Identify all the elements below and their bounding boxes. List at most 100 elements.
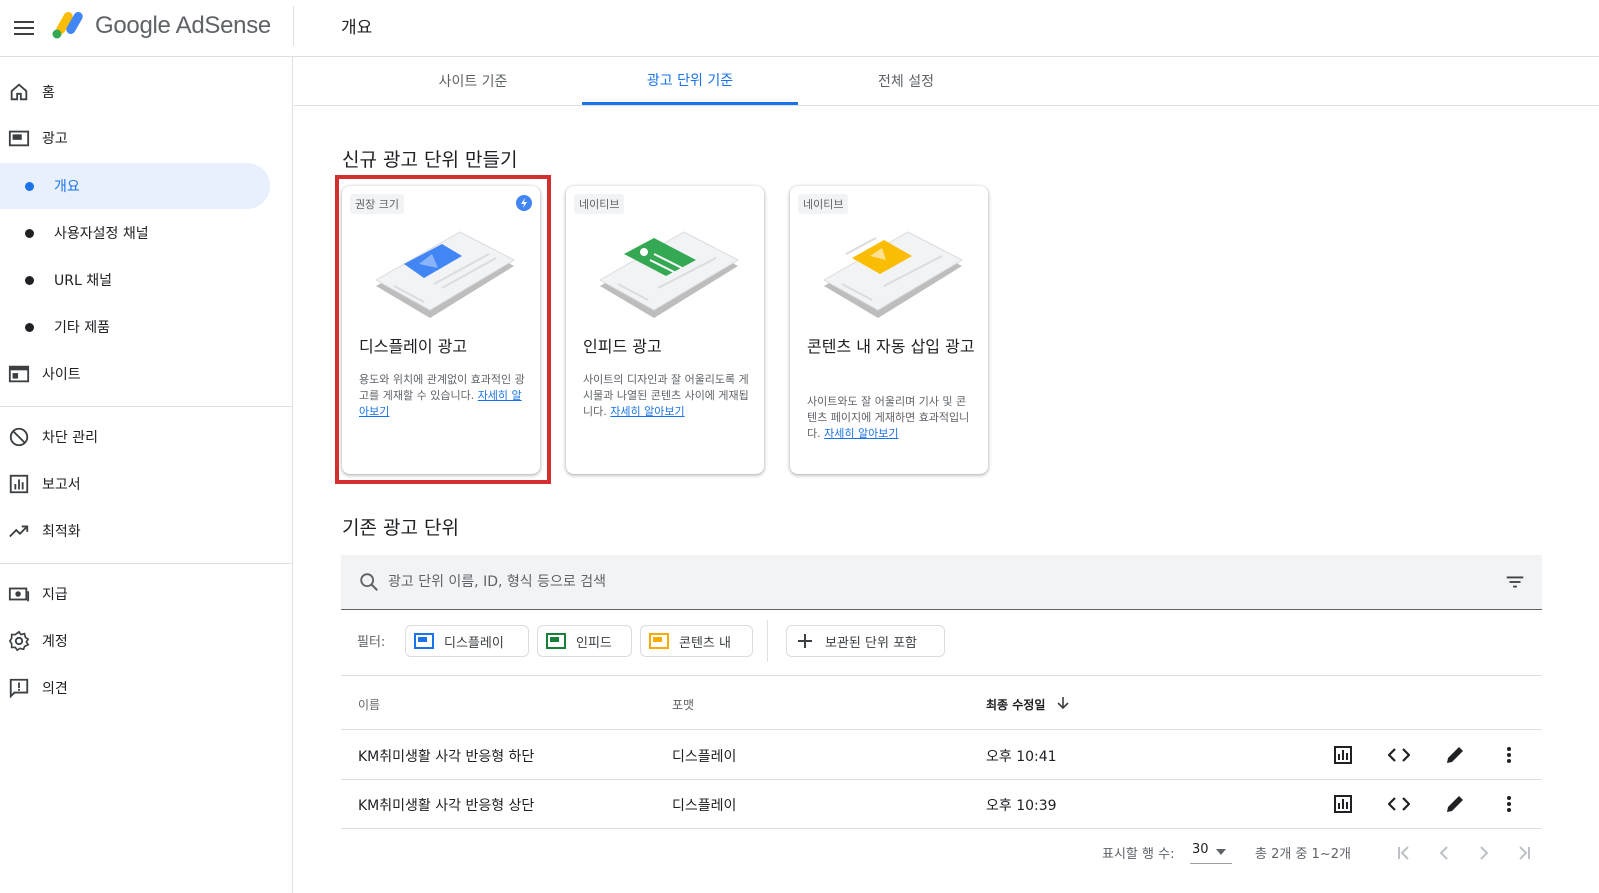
sidebar-item-label: 기타 제품	[54, 320, 110, 336]
column-name[interactable]: 이름	[358, 696, 380, 713]
filter-chip-in-article[interactable]: 콘텐츠 내	[640, 625, 753, 657]
more-options-button[interactable]	[1497, 743, 1521, 767]
more-options-button[interactable]	[1497, 792, 1521, 816]
sidebar-item-blocking[interactable]: 차단 관리	[0, 414, 270, 460]
tab-global-settings[interactable]: 전체 설정	[798, 57, 1014, 105]
native-chip: 네이티브	[574, 194, 625, 214]
ad-unit-name[interactable]: KM취미생활 사각 반응형 상단	[358, 795, 534, 815]
bullet-icon	[25, 181, 34, 191]
sidebar-item-reports[interactable]: 보고서	[0, 461, 270, 507]
menu-button[interactable]	[8, 12, 40, 44]
search-input[interactable]	[388, 569, 1388, 595]
sidebar-item-custom-channels[interactable]: 사용자설정 채널	[0, 210, 270, 256]
table-row[interactable]: KM취미생활 사각 반응형 하단 디스플레이 오후 10:41	[341, 731, 1542, 780]
learn-more-link[interactable]: 자세히 알아보기	[610, 405, 684, 418]
arrow-down-icon[interactable]	[1056, 696, 1070, 710]
native-chip: 네이티브	[798, 194, 849, 214]
sidebar-item-feedback[interactable]: 의견	[0, 665, 270, 711]
in-article-ad-card[interactable]: 네이티브 콘텐츠 내 자동 삽입 광고 사이트와도 잘 어울리며 기사 및 콘텐…	[790, 186, 988, 474]
card-description: 사이트의 디자인과 잘 어울리도록 게시물과 나열된 콘텐츠 사이에 게재됩니다…	[583, 372, 751, 420]
sites-icon	[8, 365, 30, 383]
sidebar-item-label: 광고	[42, 131, 68, 147]
bullet-icon	[25, 322, 34, 332]
sidebar-item-ads[interactable]: 광고	[0, 115, 270, 161]
sidebar-item-label: 개요	[54, 179, 80, 195]
page-range: 총 2개 중 1~2개	[1255, 847, 1351, 862]
tab-by-site[interactable]: 사이트 기준	[365, 57, 581, 105]
new-units-title: 신규 광고 단위 만들기	[342, 149, 518, 171]
block-icon	[9, 427, 29, 447]
sidebar-item-overview[interactable]: 개요	[0, 163, 270, 209]
next-page-icon[interactable]	[1472, 841, 1496, 865]
more-vert-icon	[1507, 747, 1511, 763]
filter-chip-label: 디스플레이	[444, 635, 504, 651]
report-button[interactable]	[1331, 743, 1355, 767]
sidebar-item-label: 보고서	[42, 477, 81, 493]
filter-chip-label: 인피드	[576, 635, 612, 651]
sidebar: 홈 광고 개요 사용자설정 채널 URL 채널 기타 제품 사이트 차단 관리 …	[0, 57, 293, 893]
rows-per-page-select[interactable]: 30	[1190, 838, 1232, 864]
edit-button[interactable]	[1443, 792, 1467, 816]
in-article-format-icon	[649, 633, 669, 649]
filter-chip-display[interactable]: 디스플레이	[405, 625, 529, 657]
rows-per-page-label: 표시할 행 수:	[1102, 847, 1175, 862]
code-icon	[1388, 797, 1410, 811]
adsense-logo-icon[interactable]	[50, 9, 86, 41]
sidebar-item-label: 최적화	[42, 524, 81, 540]
more-vert-icon	[1507, 796, 1511, 812]
in-article-ad-illustration-icon	[822, 231, 964, 318]
report-button[interactable]	[1331, 792, 1355, 816]
menu-icon	[14, 21, 34, 35]
filter-list-icon[interactable]	[1504, 571, 1526, 593]
table-row[interactable]: KM취미생활 사각 반응형 상단 디스플레이 오후 10:39	[341, 780, 1542, 829]
feedback-icon	[9, 678, 29, 699]
bar-chart-icon	[1334, 746, 1352, 764]
infeed-ad-illustration-icon	[598, 231, 740, 318]
include-archived-button[interactable]: 보관된 단위 포함	[786, 625, 945, 657]
sidebar-item-other-products[interactable]: 기타 제품	[0, 304, 270, 350]
dropdown-arrow-icon	[1216, 849, 1226, 855]
get-code-button[interactable]	[1387, 743, 1411, 767]
last-page-icon[interactable]	[1512, 841, 1536, 865]
filter-label: 필터:	[357, 635, 386, 650]
gear-icon	[8, 630, 30, 652]
ad-unit-name[interactable]: KM취미생활 사각 반응형 하단	[358, 746, 534, 766]
get-code-button[interactable]	[1387, 792, 1411, 816]
sidebar-divider	[0, 406, 292, 407]
include-archived-label: 보관된 단위 포함	[825, 635, 917, 651]
page-title: 개요	[341, 18, 373, 38]
ad-unit-modified: 오후 10:41	[986, 749, 1057, 765]
report-icon	[9, 474, 29, 494]
filter-divider	[767, 620, 768, 662]
filter-chip-label: 콘텐츠 내	[679, 635, 731, 651]
tab-by-ad-unit[interactable]: 광고 단위 기준	[582, 57, 798, 105]
ad-unit-format: 디스플레이	[672, 798, 737, 814]
pencil-icon	[1447, 796, 1463, 812]
app-name[interactable]: Google AdSense	[95, 12, 271, 40]
infeed-ad-card[interactable]: 네이티브 인피드 광고 사이트의 디자인과 잘 어울리도록 게시물과 나열된 콘…	[566, 186, 764, 474]
sidebar-item-payments[interactable]: 지급	[0, 571, 270, 617]
ads-icon	[8, 130, 30, 147]
card-description: 사이트와도 잘 어울리며 기사 및 콘텐츠 페이지에 게재하면 효과적입니다. …	[807, 394, 975, 442]
table-header: 이름 포맷 최종 수정일	[341, 675, 1542, 730]
sidebar-item-sites[interactable]: 사이트	[0, 351, 270, 397]
sidebar-item-optimization[interactable]: 최적화	[0, 508, 270, 554]
learn-more-link[interactable]: 자세히 알아보기	[824, 427, 898, 440]
column-last-modified[interactable]: 최종 수정일	[986, 696, 1045, 713]
home-icon	[10, 83, 28, 101]
sidebar-item-account[interactable]: 계정	[0, 618, 270, 664]
search-icon	[360, 573, 378, 591]
trending-icon	[9, 525, 29, 538]
sidebar-item-label: 차단 관리	[42, 430, 98, 446]
column-format[interactable]: 포맷	[672, 696, 694, 713]
sidebar-item-label: 홈	[42, 85, 55, 101]
sidebar-item-home[interactable]: 홈	[0, 69, 270, 115]
payments-icon	[8, 587, 30, 602]
sidebar-item-url-channels[interactable]: URL 채널	[0, 257, 270, 303]
header-divider	[293, 6, 294, 46]
edit-button[interactable]	[1443, 743, 1467, 767]
first-page-icon[interactable]	[1392, 841, 1416, 865]
previous-page-icon[interactable]	[1432, 841, 1456, 865]
filter-chip-infeed[interactable]: 인피드	[537, 625, 632, 657]
pencil-icon	[1447, 747, 1463, 763]
